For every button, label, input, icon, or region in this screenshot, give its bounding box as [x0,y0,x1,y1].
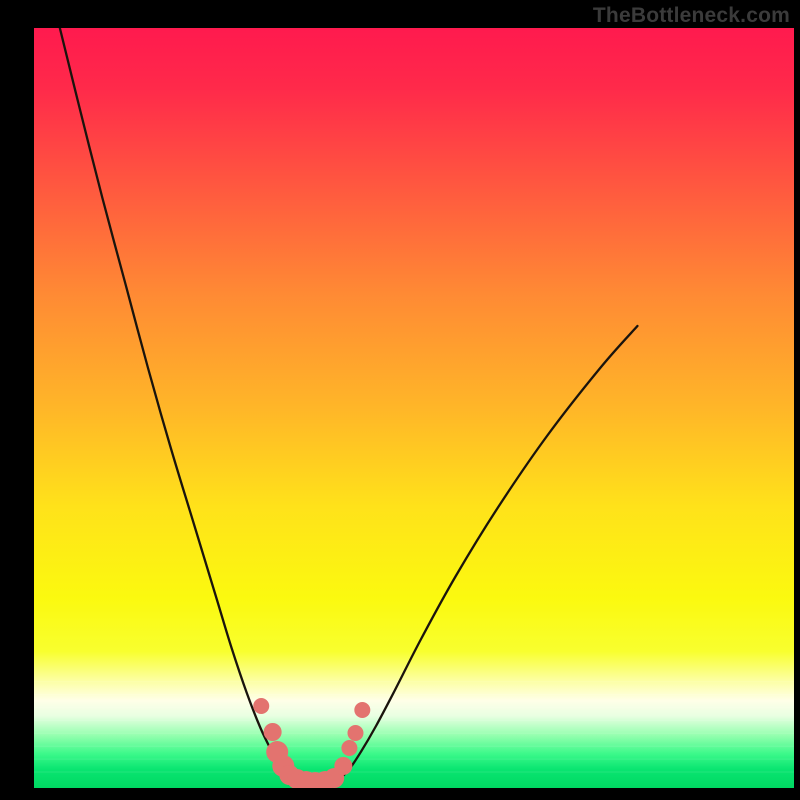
watermark-text: TheBottleneck.com [593,4,790,28]
plot-area [34,28,794,788]
marker-right-1 [341,740,357,756]
marker-right-2 [347,725,363,741]
chart-frame: TheBottleneck.com [0,0,800,800]
marker-right-0 [334,757,352,775]
bottleneck-chart [34,28,794,788]
marker-left-0 [253,698,269,714]
marker-left-1 [264,723,282,741]
marker-right-3 [354,702,370,718]
gradient-background [34,28,794,788]
